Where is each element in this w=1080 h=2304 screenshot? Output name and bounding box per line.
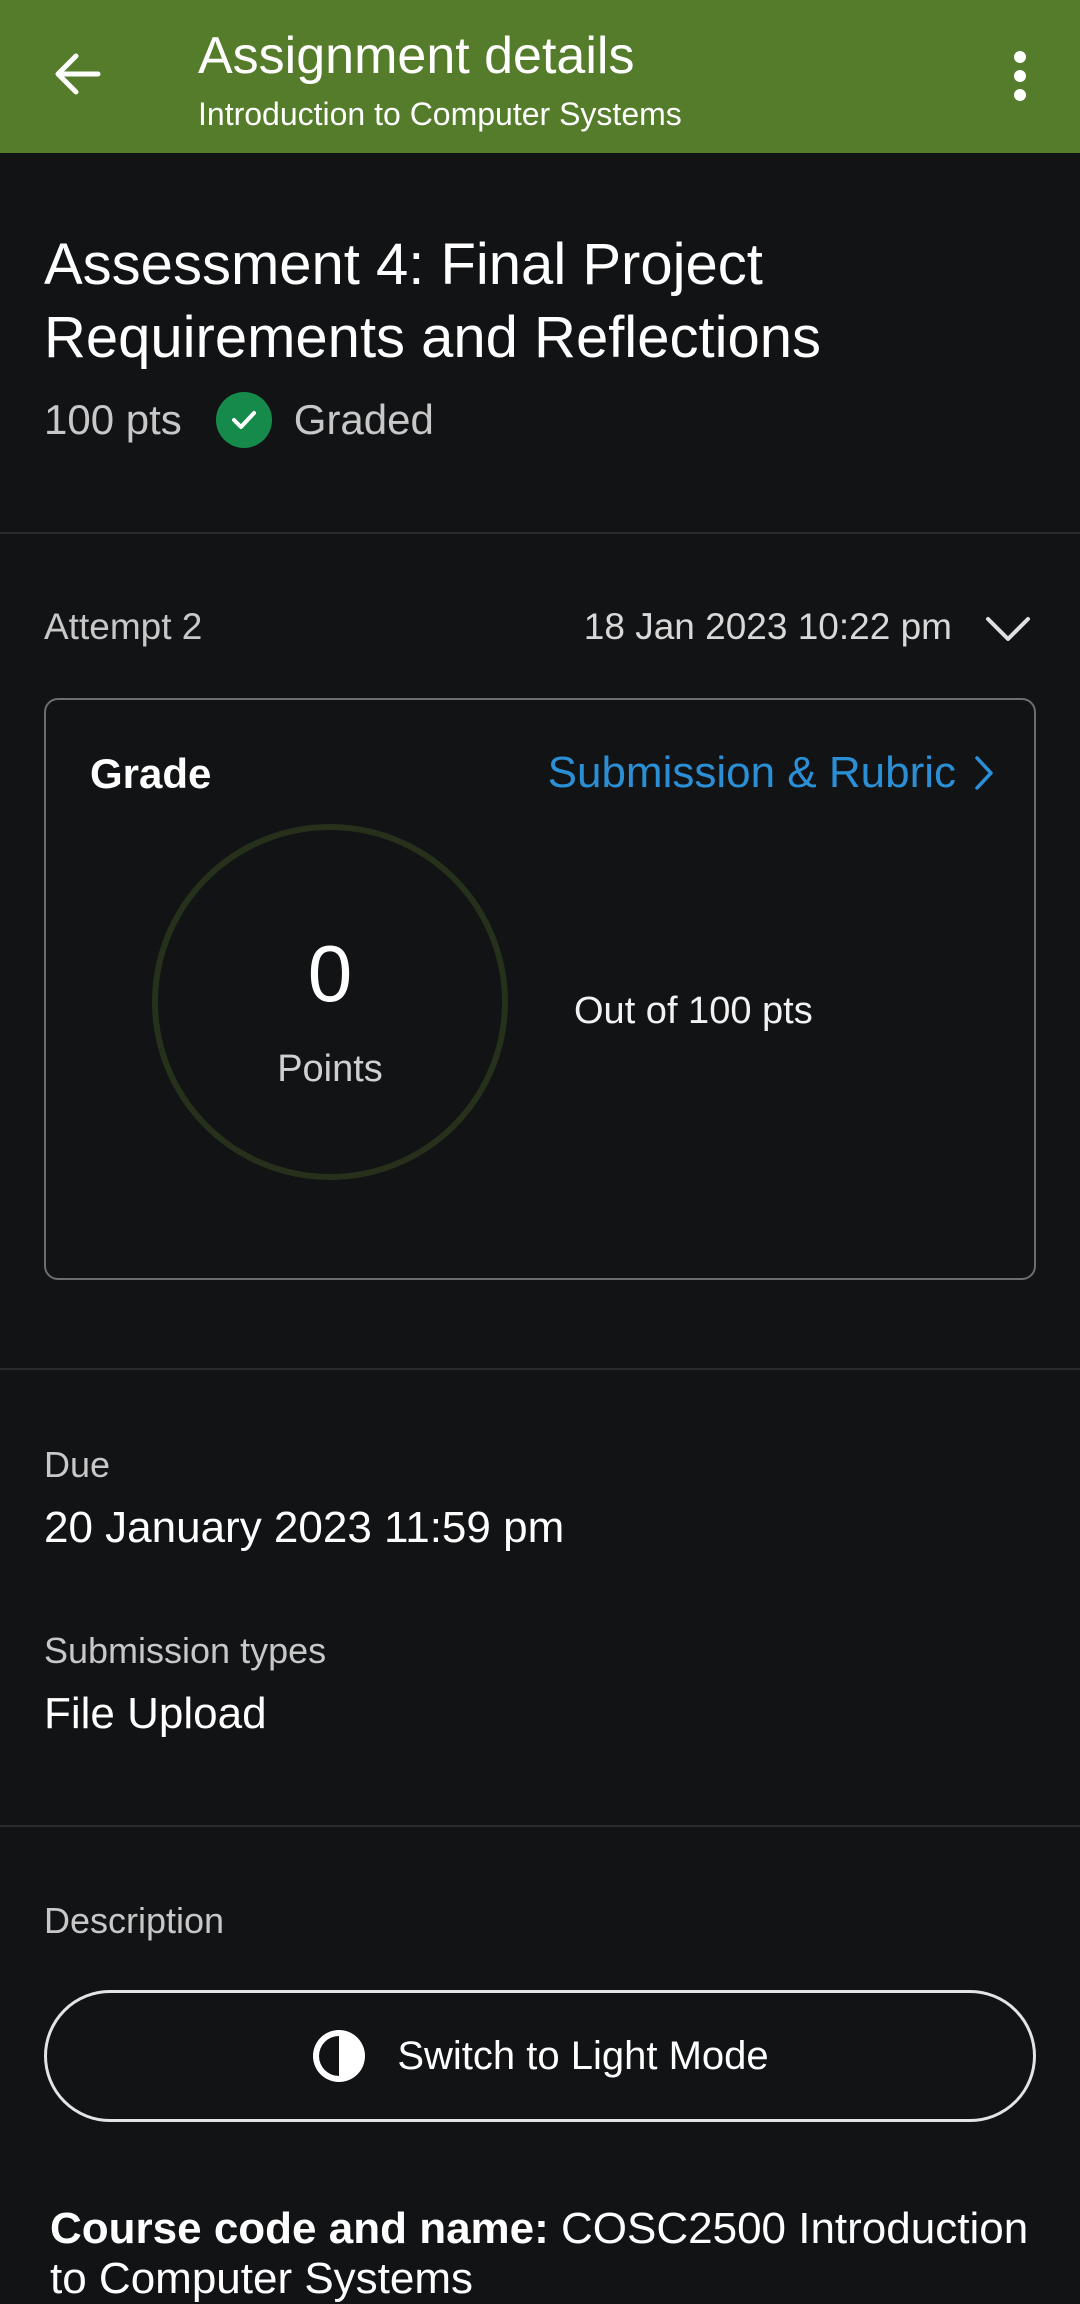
divider bbox=[0, 1368, 1080, 1370]
grade-label: Grade bbox=[90, 750, 212, 797]
due-value: 20 January 2023 11:59 pm bbox=[44, 1503, 565, 1552]
arrow-left-icon bbox=[55, 53, 101, 95]
grade-card: Grade Submission & Rubric 0 Points Out o… bbox=[44, 698, 1036, 1280]
score-caption: Points bbox=[277, 1048, 383, 1090]
attempt-label: Attempt 2 bbox=[44, 606, 203, 647]
app-bar: Assignment details Introduction to Compu… bbox=[0, 0, 1080, 153]
assignment-title: Assessment 4: Final Project Requirements… bbox=[44, 232, 821, 370]
assignment-meta: 100 pts Graded bbox=[44, 392, 434, 448]
course-subtitle: Introduction to Computer Systems bbox=[198, 96, 682, 132]
submission-rubric-link[interactable]: Submission & Rubric bbox=[548, 748, 994, 798]
course-code-label: Course code and name: bbox=[50, 2204, 549, 2253]
divider bbox=[0, 1825, 1080, 1827]
course-code-paragraph: Course code and name: COSC2500 Introduct… bbox=[50, 2204, 1050, 2304]
back-button[interactable] bbox=[44, 40, 112, 108]
due-label: Due bbox=[44, 1444, 111, 1485]
switch-light-mode-label: Switch to Light Mode bbox=[397, 2033, 769, 2078]
contrast-icon bbox=[311, 2028, 367, 2084]
attempt-date-selector[interactable]: 18 Jan 2023 10:22 pm bbox=[584, 606, 952, 648]
assignment-points: 100 pts bbox=[44, 396, 182, 443]
submission-types-value: File Upload bbox=[44, 1689, 267, 1738]
score-ring: 0 Points bbox=[152, 824, 508, 1180]
chevron-down-icon[interactable] bbox=[984, 605, 1032, 653]
check-circle-icon bbox=[215, 392, 272, 448]
description-label: Description bbox=[44, 1900, 225, 1941]
submission-types-label: Submission types bbox=[44, 1630, 327, 1671]
submission-rubric-label: Submission & Rubric bbox=[547, 748, 956, 797]
out-of-points: Out of 100 pts bbox=[574, 990, 813, 1032]
graded-status: Graded bbox=[293, 396, 434, 443]
score-value: 0 bbox=[307, 929, 353, 1018]
switch-light-mode-button[interactable]: Switch to Light Mode bbox=[44, 1990, 1036, 2122]
overflow-menu-button[interactable] bbox=[998, 44, 1042, 108]
chevron-right-icon bbox=[974, 755, 994, 791]
page-title: Assignment details bbox=[198, 27, 635, 85]
more-vertical-icon bbox=[1014, 51, 1026, 101]
divider bbox=[0, 532, 1080, 534]
